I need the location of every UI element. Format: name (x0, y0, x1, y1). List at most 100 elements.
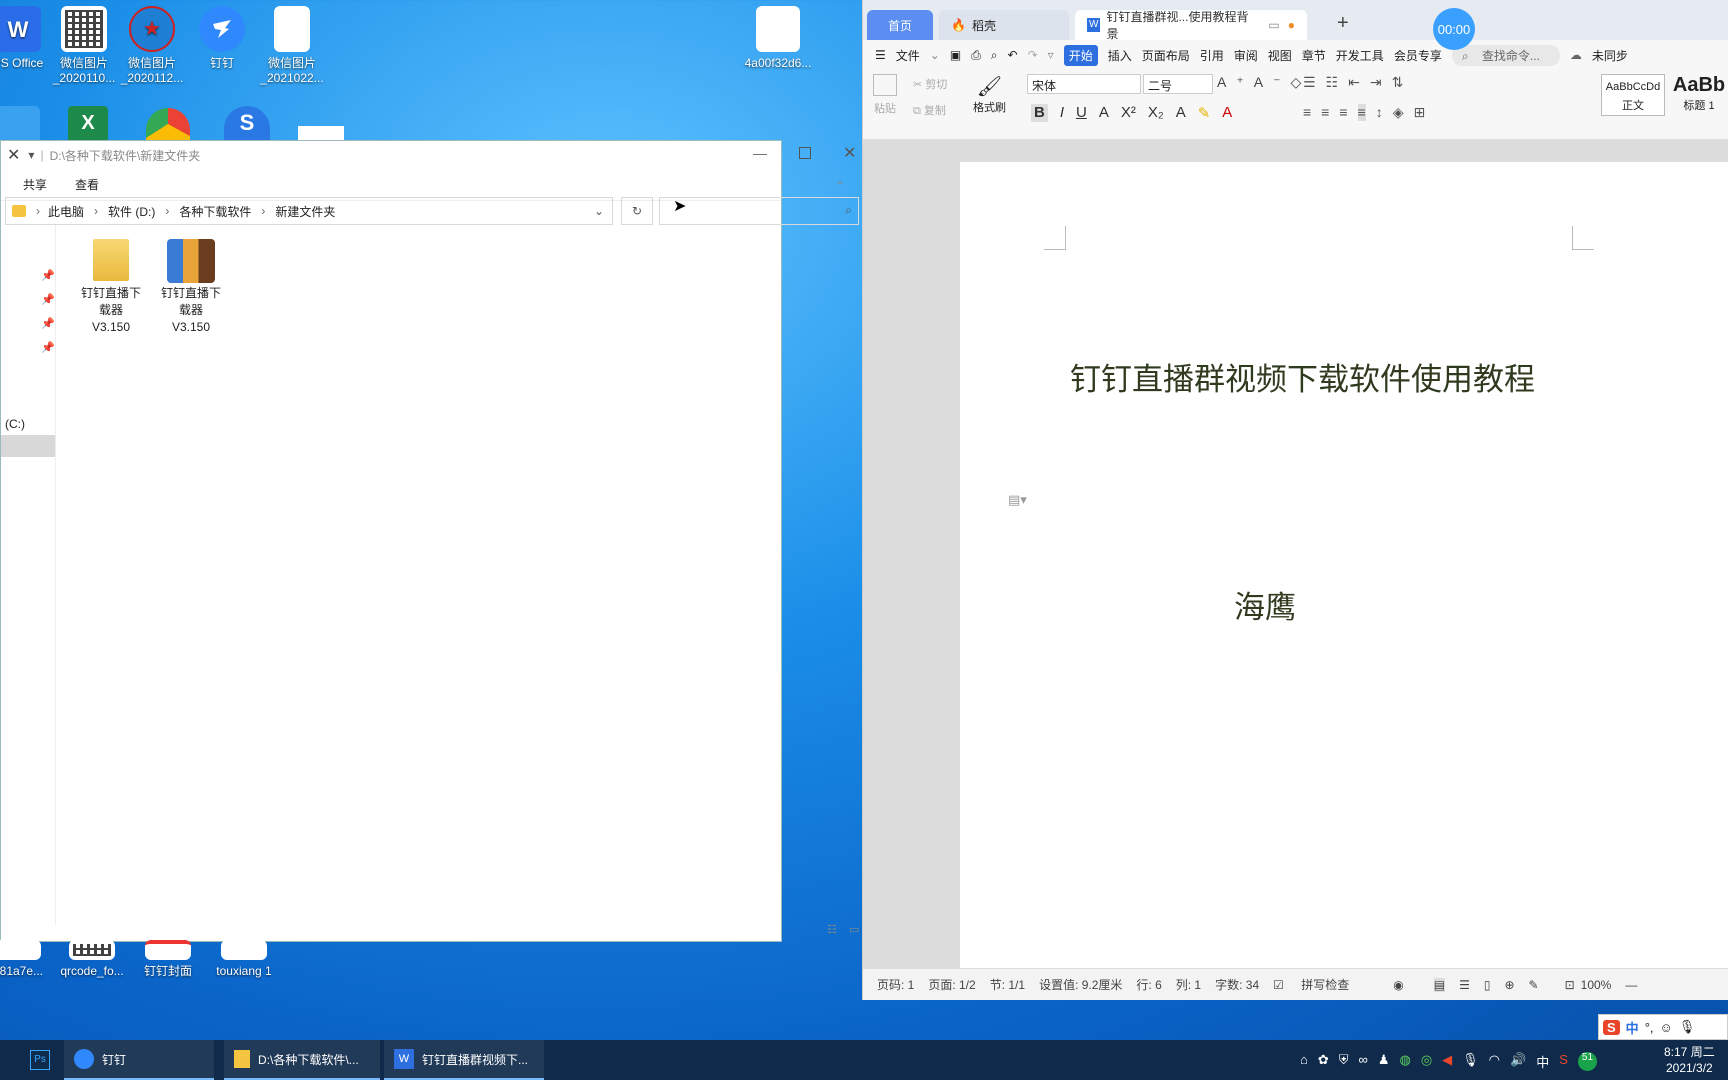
address-bar[interactable]: › 此电脑 › 软件 (D:) › 各种下载软件 › 新建文件夹 ⌄ (5, 197, 613, 225)
document-thumbnail-icon[interactable] (298, 126, 344, 140)
refresh-icon[interactable]: ↻ (621, 197, 653, 225)
menu-view[interactable]: 查看 (75, 176, 99, 193)
desktop-icon-image-4a00[interactable]: 4a00f32d6... (738, 6, 818, 71)
desktop-icon-581a7e[interactable]: 581a7e... (0, 940, 56, 979)
breadcrumb-new-folder[interactable]: 新建文件夹 (275, 203, 335, 220)
save-icon[interactable]: ▣ (950, 48, 961, 62)
tray-link-icon[interactable]: ∞ (1359, 1052, 1368, 1071)
print-icon[interactable]: ⎙ (971, 48, 981, 63)
excel-icon[interactable]: X (68, 106, 108, 140)
microphone-icon[interactable]: 🎙 (1679, 1019, 1696, 1035)
volume-icon[interactable]: 🔊 (1510, 1052, 1526, 1071)
font-size-select[interactable]: 二号 (1143, 74, 1213, 94)
paragraph-marker-icon[interactable]: ▤▾ (1008, 492, 1027, 508)
paste-button[interactable]: 粘贴 (873, 74, 897, 116)
document-author[interactable]: 海鹰 (1234, 582, 1296, 627)
breadcrumb-this-pc[interactable]: 此电脑 (48, 203, 84, 220)
tray-wechat-icon[interactable]: ◍ (1399, 1052, 1410, 1071)
redo-icon[interactable]: ↷ (1028, 48, 1038, 62)
document-title[interactable]: 钉钉直播群视频下载软件使用教程 (1070, 354, 1535, 399)
sync-status[interactable]: 未同步 (1592, 47, 1628, 64)
network-icon[interactable]: ◠ (1489, 1052, 1500, 1071)
write-mode-icon[interactable]: ✎ (1529, 978, 1539, 992)
desktop-icon-dingtalk-cover[interactable]: 钉钉封面 (130, 940, 206, 979)
font-family-select[interactable]: 宋体 (1027, 74, 1141, 94)
command-search[interactable]: ⌕ 查找命令... (1451, 44, 1560, 66)
strikethrough-button[interactable]: A (1099, 104, 1109, 122)
style-normal[interactable]: AaBbCcDd 正文 (1601, 74, 1665, 116)
italic-button[interactable]: I (1060, 104, 1064, 122)
ime-toolbar[interactable]: S 中 °, ☺ 🎙 (1598, 1014, 1728, 1040)
punctuation-icon[interactable]: °, (1645, 1020, 1654, 1035)
tray-ime-language[interactable]: 中 (1536, 1052, 1549, 1071)
numbered-list-icon[interactable]: ☷ (1326, 74, 1339, 91)
hamburger-icon[interactable]: ☰ (875, 48, 886, 62)
chevron-down-icon[interactable]: ⌄ (594, 204, 604, 218)
sort-icon[interactable]: ⇅ (1392, 74, 1404, 91)
superscript-button[interactable]: X² (1121, 104, 1136, 122)
menu-file[interactable]: 文件 (896, 47, 920, 64)
highlight-button[interactable]: ✎ (1198, 104, 1211, 122)
chrome-icon[interactable] (146, 108, 190, 140)
taskbar-photoshop[interactable]: Ps (20, 1040, 60, 1080)
notification-badge[interactable]: 51 (1577, 1052, 1598, 1071)
menu-review[interactable]: 审阅 (1234, 47, 1258, 64)
decrease-indent-icon[interactable]: ⇤ (1348, 74, 1360, 91)
tray-qq-icon[interactable]: ♟ (1378, 1052, 1390, 1071)
ime-language[interactable]: 中 (1626, 1018, 1639, 1037)
nav-drive-c[interactable]: (C:) (5, 417, 25, 431)
details-view-icon[interactable]: ☷ (827, 923, 837, 936)
tab-home[interactable]: 首页 (867, 10, 933, 40)
bold-button[interactable]: B (1031, 104, 1048, 122)
taskbar-explorer[interactable]: D:\各种下载软件\... (224, 1040, 380, 1080)
chevron-down-icon[interactable]: ⌄ (930, 48, 940, 62)
outline-view-icon[interactable]: ☰ (1459, 978, 1470, 992)
status-word-count[interactable]: 字数: 34 (1215, 976, 1259, 993)
customize-dropdown-icon[interactable]: ▿ (1048, 48, 1054, 62)
font-color-button[interactable]: A (1222, 104, 1232, 122)
justify-icon[interactable]: ≡ (1357, 104, 1366, 121)
sogou-browser-icon[interactable]: S (224, 106, 270, 140)
file-item-archive[interactable]: 钉钉直播下 载器 V3.150 (149, 239, 233, 336)
close-icon[interactable]: ✕ (7, 145, 20, 165)
cut-button[interactable]: ✂ 剪切 (913, 76, 947, 92)
tray-app-icon[interactable]: ◎ (1421, 1052, 1432, 1071)
undo-icon[interactable]: ↶ (1008, 48, 1018, 62)
breadcrumb-downloads[interactable]: 各种下载软件 (179, 203, 251, 220)
maximize-button[interactable] (799, 147, 811, 159)
tab-daoke[interactable]: 🔥 稻壳 (939, 10, 1069, 40)
desktop-icon-wechat-image-1[interactable]: 微信图片 _2020110... (46, 6, 122, 86)
taskbar-clock[interactable]: 8:17 周二 2021/3/2 (1664, 1044, 1715, 1076)
desktop-icon-dingtalk[interactable]: 钉钉 (184, 6, 260, 71)
minimize-button[interactable]: — (753, 145, 767, 161)
settings-app-icon[interactable] (0, 106, 40, 140)
desktop-icon-touxiang[interactable]: touxiang 1 (206, 940, 282, 979)
page-view-icon[interactable]: ▤ (1433, 977, 1446, 992)
style-heading1[interactable]: AaBb 标题 1 (1669, 74, 1728, 116)
taskbar-wps[interactable]: W 钉钉直播群视频下... (384, 1040, 544, 1080)
ribbon-expand-icon[interactable]: ⌄ (835, 173, 845, 187)
menu-view[interactable]: 视图 (1268, 47, 1292, 64)
reading-view-icon[interactable]: ▯ (1484, 978, 1491, 992)
desktop-icon-qrcode[interactable]: qrcode_fo... (54, 940, 130, 979)
copy-button[interactable]: ⧉ 复制 (913, 102, 946, 118)
emoji-icon[interactable]: ☺ (1660, 1020, 1673, 1035)
breadcrumb-drive-d[interactable]: 软件 (D:) (108, 203, 155, 220)
align-center-icon[interactable]: ≡ (1321, 104, 1329, 121)
spell-check-toggle[interactable]: ☑ 拼写检查 (1273, 976, 1349, 993)
quick-access-dropdown-icon[interactable]: ▾ (28, 148, 34, 162)
zoom-level[interactable]: 100% (1581, 978, 1612, 992)
subscript-button[interactable]: X₂ (1148, 104, 1164, 122)
menu-layout[interactable]: 页面布局 (1142, 47, 1190, 64)
font-size-adjust-group[interactable]: A⁺A⁻◇ (1217, 74, 1311, 91)
tray-app-icon[interactable]: ✿ (1318, 1052, 1329, 1071)
bullet-list-icon[interactable]: ☰ (1303, 74, 1316, 91)
menu-chapter[interactable]: 章节 (1302, 47, 1326, 64)
align-right-icon[interactable]: ≡ (1339, 104, 1347, 121)
search-input[interactable]: ⌕ (659, 197, 859, 225)
menu-member[interactable]: 会员专享 (1394, 47, 1442, 64)
menu-developer[interactable]: 开发工具 (1336, 47, 1384, 64)
desktop-icon-wechat-image-2[interactable]: ★ 微信图片 _2020112... (114, 6, 190, 86)
new-tab-button[interactable]: + (1337, 12, 1349, 35)
shading-icon[interactable]: ◈ (1393, 104, 1404, 121)
